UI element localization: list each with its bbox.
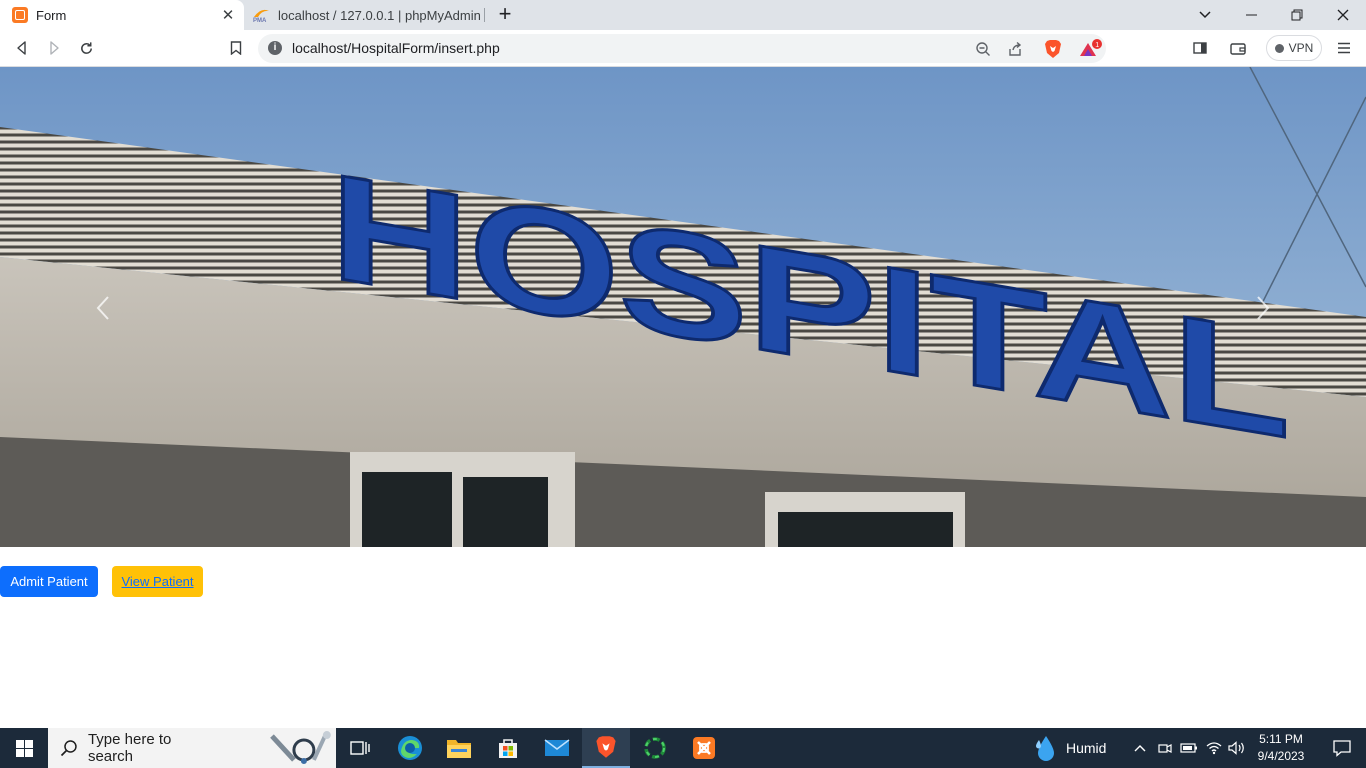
search-icon [60, 740, 77, 757]
admit-patient-button[interactable]: Admit Patient [0, 566, 98, 597]
medical-tools-icon [270, 731, 332, 764]
water-drop-icon [1036, 736, 1054, 761]
brave-shields-icon[interactable] [1042, 38, 1064, 60]
svg-text:PMA: PMA [253, 18, 267, 23]
close-window-button[interactable] [1320, 0, 1366, 30]
meet-now-icon[interactable] [1155, 738, 1175, 758]
windows-taskbar: Type here to search Humid 5:11 PM 9/4/20… [0, 728, 1366, 768]
hospital-building-image: HOSPITAL [0, 67, 1366, 547]
tab-title: localhost / 127.0.0.1 | phpMyAdmin 5. [278, 7, 484, 23]
back-button[interactable] [9, 36, 35, 60]
menu-icon[interactable] [1331, 36, 1357, 60]
tab-search-chevron-icon[interactable] [1182, 0, 1228, 30]
clock-date: 9/4/2023 [1257, 749, 1305, 763]
vpn-label: VPN [1288, 41, 1314, 55]
bookmark-icon[interactable] [223, 36, 249, 60]
tab-phpmyadmin[interactable]: PMA localhost / 127.0.0.1 | phpMyAdmin 5… [248, 0, 484, 30]
minimize-button[interactable] [1228, 0, 1274, 30]
sidebar-toggle-icon[interactable] [1187, 36, 1213, 60]
taskbar-search-box[interactable]: Type here to search [48, 728, 336, 768]
carousel-prev-icon[interactable] [88, 293, 118, 323]
xampp-icon [12, 7, 28, 23]
brave-browser-icon[interactable] [582, 728, 630, 768]
site-info-icon[interactable]: i [268, 41, 282, 55]
microsoft-store-icon[interactable] [484, 728, 532, 768]
brave-rewards-icon[interactable]: 1 [1076, 38, 1104, 60]
wallet-icon[interactable] [1225, 36, 1251, 60]
alert-badge: 1 [1095, 42, 1099, 49]
edge-browser-icon[interactable] [386, 728, 434, 768]
phpmyadmin-icon: PMA [253, 9, 269, 23]
new-tab-button[interactable]: + [494, 3, 516, 27]
battery-icon[interactable] [1179, 738, 1199, 758]
xampp-control-icon[interactable] [680, 728, 728, 768]
reload-button[interactable] [73, 36, 99, 60]
search-placeholder: Type here to search [87, 731, 172, 765]
tab-title: Form [36, 7, 67, 23]
notification-icon[interactable] [1318, 728, 1366, 768]
start-button[interactable] [0, 728, 48, 768]
weather-label: Humid [1066, 740, 1107, 756]
forward-button[interactable] [41, 36, 67, 60]
address-bar[interactable]: i localhost/HospitalForm/insert.php 1 [258, 34, 1106, 63]
task-view-icon[interactable] [336, 728, 384, 768]
volume-icon[interactable] [1227, 738, 1247, 758]
tab-divider [484, 8, 485, 22]
vpn-status-icon [1274, 43, 1284, 53]
close-tab-icon[interactable]: ✕ [218, 6, 238, 24]
weather-widget[interactable]: Humid [1034, 728, 1106, 768]
windows-logo-icon [15, 739, 33, 757]
hospital-carousel: HOSPITAL [0, 67, 1366, 547]
address-url[interactable]: localhost/HospitalForm/insert.php [292, 40, 500, 56]
chevron-up-icon[interactable] [1130, 738, 1150, 758]
vpn-button[interactable]: VPN [1266, 35, 1322, 61]
browser-tab-strip: Form ✕ PMA localhost / 127.0.0.1 | phpMy… [0, 0, 1366, 30]
loading-app-icon[interactable] [631, 728, 679, 768]
carousel-next-icon[interactable] [1248, 293, 1278, 323]
clock-time: 5:11 PM [1259, 732, 1303, 746]
restore-button[interactable] [1274, 0, 1320, 30]
mail-icon[interactable] [533, 728, 581, 768]
system-clock[interactable]: 5:11 PM 9/4/2023 [1248, 731, 1314, 765]
file-explorer-icon[interactable] [435, 728, 483, 768]
zoom-icon[interactable] [972, 38, 994, 60]
browser-toolbar: i localhost/HospitalForm/insert.php 1 VP… [0, 30, 1366, 67]
wifi-icon[interactable] [1204, 738, 1224, 758]
view-patient-button[interactable]: View Patient [112, 566, 203, 597]
tab-form[interactable]: Form ✕ [0, 0, 244, 30]
share-icon[interactable] [1004, 38, 1026, 60]
